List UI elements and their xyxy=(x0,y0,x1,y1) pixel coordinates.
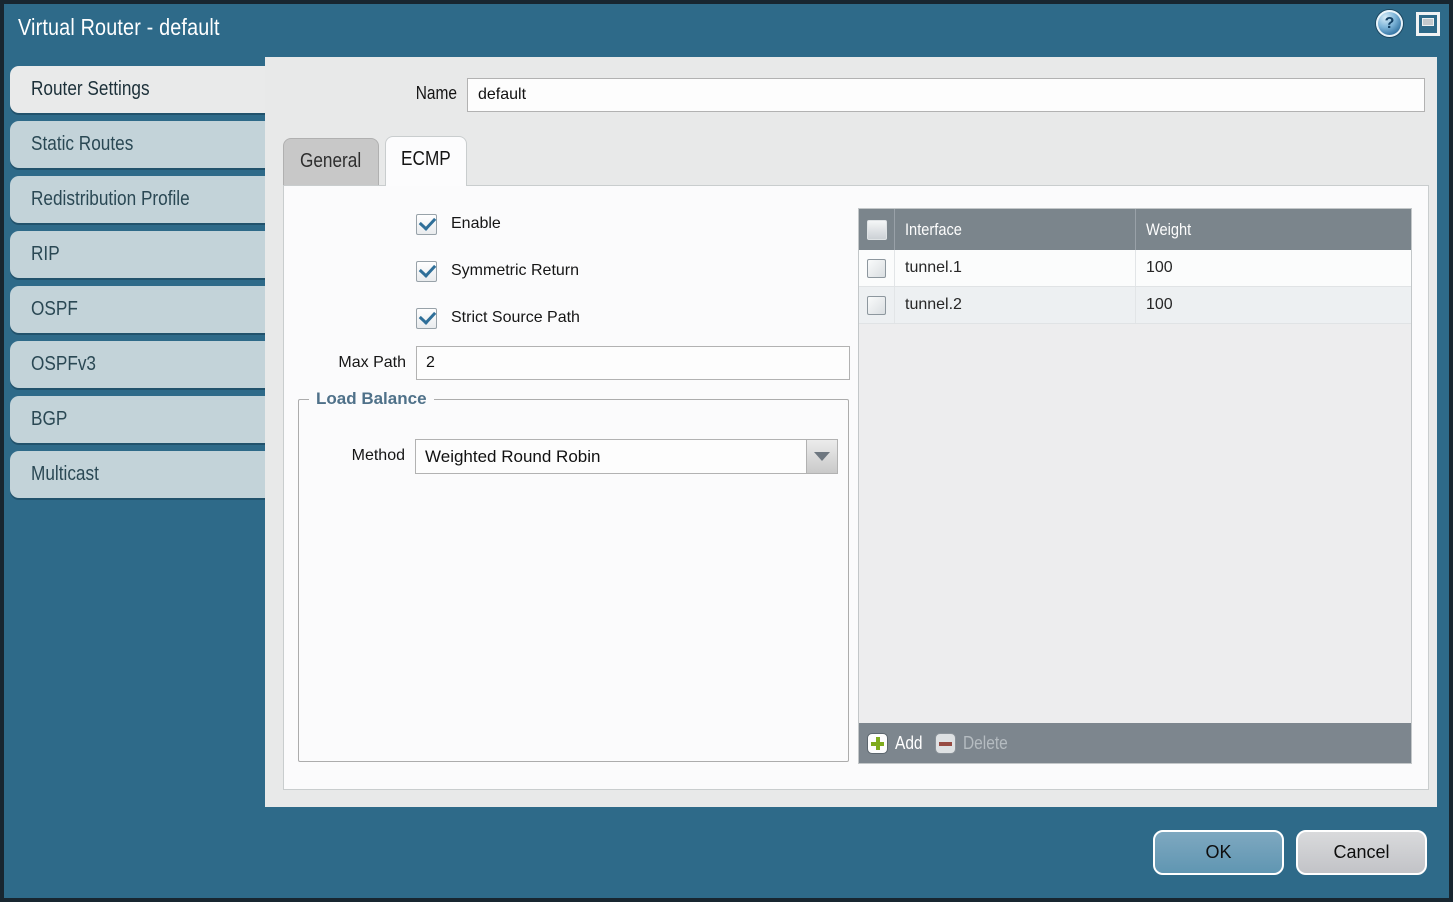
tab-ecmp[interactable]: ECMP xyxy=(385,136,467,186)
header-checkbox-cell xyxy=(859,209,894,250)
tab-general[interactable]: General xyxy=(283,138,379,185)
cell-weight[interactable]: 100 xyxy=(1135,287,1411,323)
row-checkbox[interactable] xyxy=(867,296,886,315)
enable-option-row: Enable xyxy=(416,212,501,236)
restore-inner-rect xyxy=(1422,18,1434,26)
table-empty-area xyxy=(859,324,1411,723)
name-label-text: Name xyxy=(416,83,457,104)
delete-button-label: Delete xyxy=(963,733,1008,754)
symmetric-return-option-row: Symmetric Return xyxy=(416,259,579,283)
add-button[interactable]: Add xyxy=(867,733,927,754)
header-weight-label: Weight xyxy=(1146,220,1191,240)
method-dropdown[interactable]: Weighted Round Robin xyxy=(415,439,838,474)
delete-button[interactable]: Delete xyxy=(935,733,1015,754)
table-toolbar: Add Delete xyxy=(859,723,1411,763)
header-interface[interactable]: Interface xyxy=(894,209,1135,250)
sidebar-item-label: BGP xyxy=(31,396,67,443)
tab-label: ECMP xyxy=(401,137,451,182)
table-header-row: Interface Weight xyxy=(859,209,1411,250)
row-checkbox-cell xyxy=(859,287,894,323)
ok-button-label: OK xyxy=(1205,842,1231,863)
strict-source-path-option-row: Strict Source Path xyxy=(416,306,580,330)
sidebar-item-multicast[interactable]: Multicast xyxy=(10,451,265,498)
sidebar-item-static-routes[interactable]: Static Routes xyxy=(10,121,265,168)
dialog-title: Virtual Router - default xyxy=(18,14,253,41)
sidebar-item-ospfv3[interactable]: OSPFv3 xyxy=(10,341,265,388)
sidebar-item-label: Multicast xyxy=(31,451,99,498)
symmetric-return-checkbox[interactable] xyxy=(416,261,437,282)
virtual-router-dialog: Virtual Router - default ? Router Settin… xyxy=(0,0,1453,902)
cancel-button-label: Cancel xyxy=(1333,842,1389,863)
load-balance-fieldset: Load Balance Method Weighted Round Robin xyxy=(298,389,849,762)
strict-source-path-checkbox[interactable] xyxy=(416,308,437,329)
header-interface-label: Interface xyxy=(905,220,962,240)
strict-source-path-label: Strict Source Path xyxy=(451,309,580,327)
cell-weight[interactable]: 100 xyxy=(1135,250,1411,286)
max-path-label: Max Path xyxy=(284,354,406,372)
sidebar-item-bgp[interactable]: BGP xyxy=(10,396,265,443)
sidebar-item-ospf[interactable]: OSPF xyxy=(10,286,265,333)
sidebar-item-label: Static Routes xyxy=(31,121,133,168)
sidebar-item-label: OSPFv3 xyxy=(31,341,96,388)
load-balance-legend: Load Balance xyxy=(309,389,434,409)
sidebar-item-label: Redistribution Profile xyxy=(31,176,190,223)
cancel-button[interactable]: Cancel xyxy=(1296,830,1427,875)
symmetric-return-label: Symmetric Return xyxy=(451,262,579,280)
table-row[interactable]: tunnel.1 100 xyxy=(859,250,1411,287)
ecmp-interface-table: Interface Weight tunnel.1 100 tunnel.2 1… xyxy=(858,208,1412,764)
method-value: Weighted Round Robin xyxy=(416,447,806,467)
sidebar-item-label: RIP xyxy=(31,231,60,278)
help-glyph: ? xyxy=(1385,15,1395,33)
max-path-input[interactable] xyxy=(416,346,850,380)
restore-window-icon[interactable] xyxy=(1416,12,1440,36)
chevron-down-icon xyxy=(814,452,830,461)
cell-interface[interactable]: tunnel.1 xyxy=(894,250,1135,286)
ecmp-panel: Enable Symmetric Return Strict Source Pa… xyxy=(283,185,1429,790)
plus-icon xyxy=(867,733,888,754)
sidebar-item-router-settings[interactable]: Router Settings xyxy=(10,66,265,113)
sidebar-item-label: Router Settings xyxy=(31,66,150,113)
titlebar-icons: ? xyxy=(1376,10,1440,37)
minus-icon xyxy=(935,733,956,754)
add-button-label: Add xyxy=(895,733,923,754)
enable-label: Enable xyxy=(451,215,501,233)
row-checkbox[interactable] xyxy=(867,259,886,278)
header-weight[interactable]: Weight xyxy=(1135,209,1411,250)
dialog-title-text: Virtual Router - default xyxy=(18,14,220,41)
help-icon[interactable]: ? xyxy=(1376,10,1403,37)
cell-interface[interactable]: tunnel.2 xyxy=(894,287,1135,323)
row-checkbox-cell xyxy=(859,250,894,286)
dropdown-arrow-button[interactable] xyxy=(806,440,837,473)
method-label: Method xyxy=(299,447,405,465)
sidebar-item-rip[interactable]: RIP xyxy=(10,231,265,278)
enable-checkbox[interactable] xyxy=(416,214,437,235)
name-label: Name xyxy=(265,83,457,104)
select-all-checkbox[interactable] xyxy=(867,220,887,240)
sidebar-item-label: OSPF xyxy=(31,286,78,333)
sidebar-item-redistribution-profile[interactable]: Redistribution Profile xyxy=(10,176,265,223)
name-input[interactable] xyxy=(467,78,1425,112)
content-panel: Name General ECMP Enable Symmetric Retur… xyxy=(265,57,1437,807)
ok-button[interactable]: OK xyxy=(1153,830,1284,875)
tab-label: General xyxy=(300,139,361,184)
table-row[interactable]: tunnel.2 100 xyxy=(859,287,1411,324)
